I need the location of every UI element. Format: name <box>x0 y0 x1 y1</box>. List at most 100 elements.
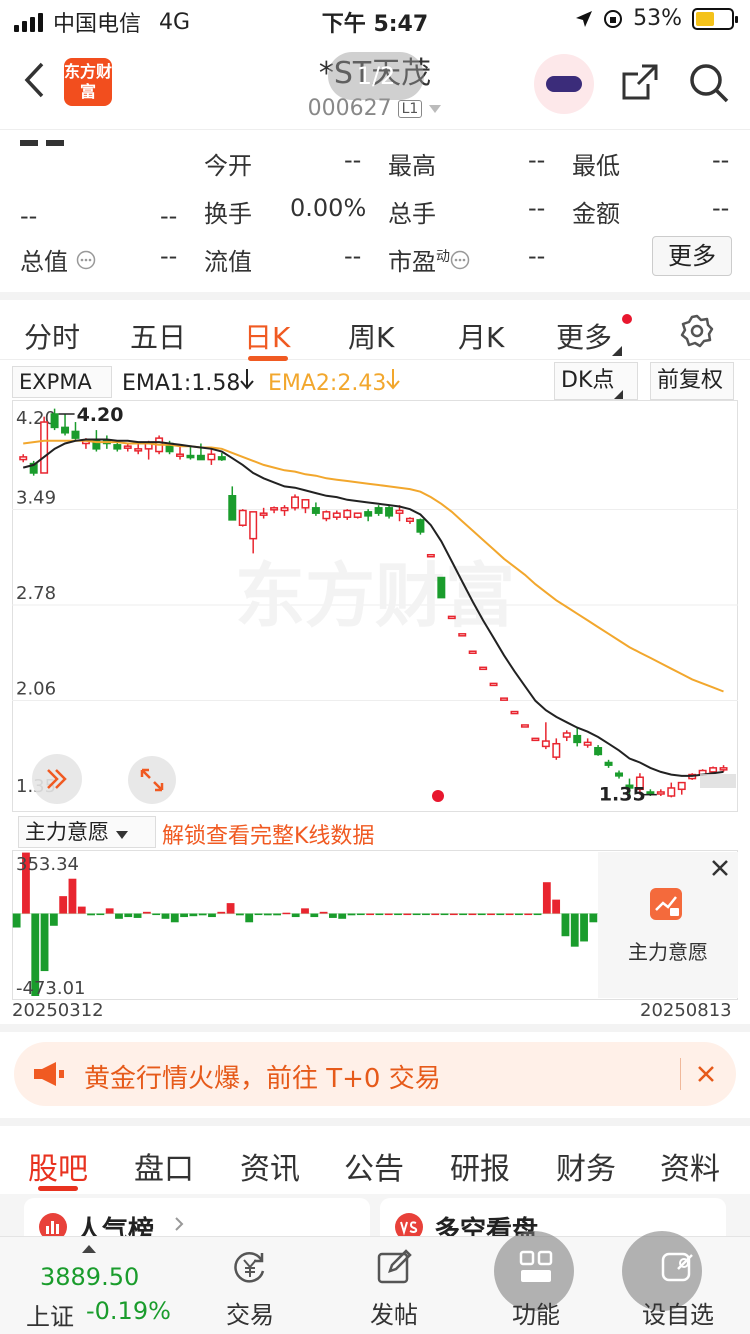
chevron-right-icon <box>175 1217 184 1231</box>
feature-cards: 人气榜 多空看盘 <box>0 1194 750 1246</box>
tab-more[interactable]: 更多 <box>556 316 623 356</box>
dk-point-select[interactable]: DK点 <box>554 362 638 400</box>
main-force-bar <box>524 913 533 916</box>
candle-body <box>562 732 571 738</box>
main-force-bar <box>496 913 505 916</box>
tab-news[interactable]: 资讯 <box>240 1144 300 1188</box>
expand-left-button[interactable] <box>32 754 82 804</box>
arrow-down-icon <box>386 369 401 390</box>
sub-indicator-select[interactable]: 主力意愿 <box>18 816 156 848</box>
tab-research[interactable]: 研报 <box>450 1144 510 1188</box>
battery-icon <box>692 7 738 30</box>
close-icon[interactable] <box>710 858 730 878</box>
tab-forum[interactable]: 股吧 <box>28 1144 88 1188</box>
candle-body <box>510 710 519 715</box>
main-force-bar <box>542 882 551 914</box>
candle-body <box>196 454 205 461</box>
main-force-bar <box>49 913 58 926</box>
trade-button[interactable]: 交易 <box>190 1237 310 1334</box>
main-force-bar <box>505 913 514 916</box>
tab-financials[interactable]: 财务 <box>556 1144 616 1188</box>
main-force-bar <box>328 913 337 918</box>
tab-profile[interactable]: 资料 <box>660 1144 720 1188</box>
pe-label[interactable]: 市盈动 <box>388 242 470 277</box>
volume-label: 总手 <box>388 200 436 228</box>
main-force-bar <box>310 913 319 918</box>
candle-body <box>447 615 456 620</box>
battery-percent: 53% <box>633 6 682 31</box>
main-force-bar <box>235 913 244 916</box>
tab-five-day[interactable]: 五日 <box>130 316 186 356</box>
candle-body <box>541 740 550 748</box>
tab-order-book[interactable]: 盘口 <box>134 1144 194 1188</box>
orientation-lock-icon <box>604 9 623 28</box>
main-force-bar <box>403 913 412 916</box>
grid-function-icon <box>519 1250 553 1282</box>
page-indicator: 1/2 <box>328 52 424 100</box>
post-button[interactable]: 发帖 <box>334 1237 454 1334</box>
candle-body <box>50 413 59 429</box>
assistant-avatar-icon[interactable] <box>534 54 594 114</box>
tab-weekly-k[interactable]: 周K <box>348 316 394 356</box>
app-logo[interactable]: 东方财富 <box>64 58 112 106</box>
stock-header: 东方财富 *ST天茂 000627 L1 1/2 <box>0 42 750 130</box>
watchlist-button[interactable]: 设自选 <box>618 1237 738 1334</box>
unlock-kline-link[interactable]: 解锁查看完整K线数据 <box>162 818 374 850</box>
main-force-card-label: 主力意愿 <box>628 940 708 964</box>
candle-body <box>71 430 80 439</box>
tab-intraday[interactable]: 分时 <box>24 316 80 356</box>
main-force-bar <box>487 913 495 916</box>
popularity-card[interactable]: 人气榜 <box>24 1198 370 1246</box>
tab-daily-k[interactable]: 日K <box>244 316 290 356</box>
mktcap-label[interactable]: 总值 <box>20 242 96 277</box>
notification-dot <box>622 314 632 324</box>
indicator-select[interactable]: EXPMA <box>12 366 112 419</box>
main-force-bar <box>356 913 365 916</box>
candle-body <box>520 724 529 728</box>
tab-monthly-k[interactable]: 月K <box>458 316 504 356</box>
back-button[interactable] <box>22 60 46 110</box>
main-force-bar <box>189 913 198 917</box>
candle-body <box>207 453 216 461</box>
main-force-bar <box>422 913 430 916</box>
main-force-bar <box>87 913 95 916</box>
location-icon <box>576 10 593 27</box>
main-force-bar <box>459 913 468 916</box>
open-label: 今开 <box>204 152 252 180</box>
main-force-bar <box>366 913 375 916</box>
candle-body <box>291 496 299 509</box>
watermark: 东方财富 <box>235 555 515 637</box>
amount-value: -- <box>712 194 730 222</box>
active-tab-indicator <box>38 1186 78 1191</box>
fullscreen-button[interactable] <box>128 756 176 804</box>
candle-body <box>186 454 195 459</box>
candlestick-chart[interactable]: 4.203.492.782.061.35东方财富4.201.35 <box>12 400 738 812</box>
candle-body <box>709 767 718 773</box>
main-force-bar <box>217 911 226 914</box>
candle-body <box>311 507 320 514</box>
tab-announcements[interactable]: 公告 <box>344 1144 404 1188</box>
change-value: -- <box>20 202 38 230</box>
candle-body <box>19 456 28 461</box>
main-force-bar <box>552 899 561 914</box>
settings-gear-icon[interactable] <box>680 314 714 348</box>
candle-body <box>385 507 394 517</box>
main-force-bar <box>570 913 579 947</box>
main-force-bar <box>282 912 291 915</box>
promo-banner[interactable]: 黄金行情火爆，前往 T+0 交易 <box>14 1042 736 1106</box>
trade-label: 交易 <box>226 1301 274 1329</box>
search-icon[interactable] <box>688 62 730 104</box>
index-quote[interactable]: 3889.50 上证 -0.19% <box>22 1237 192 1334</box>
more-quote-button[interactable]: 更多 <box>652 236 732 276</box>
adjust-select[interactable]: 前复权 <box>650 362 734 400</box>
info-icon <box>450 250 470 270</box>
candle-body <box>40 421 49 474</box>
candle-body <box>677 781 686 791</box>
close-icon[interactable] <box>696 1064 716 1084</box>
main-force-bar <box>338 913 347 919</box>
candle-body <box>176 453 185 457</box>
function-button[interactable]: 功能 <box>476 1237 596 1334</box>
share-icon[interactable] <box>620 62 660 102</box>
main-force-bar <box>124 913 133 918</box>
main-force-bar <box>161 913 170 919</box>
